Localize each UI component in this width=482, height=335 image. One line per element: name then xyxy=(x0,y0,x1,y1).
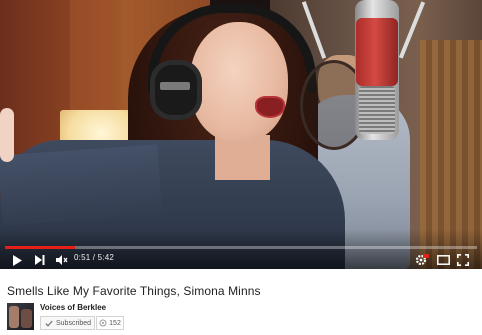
settings-icon xyxy=(415,254,429,266)
fullscreen-icon xyxy=(457,254,469,266)
play-icon xyxy=(13,254,22,266)
volume-icon xyxy=(56,255,68,265)
channel-avatar[interactable] xyxy=(7,303,34,330)
subscribed-button[interactable]: Subscribed xyxy=(40,316,95,330)
subscriber-count: 152 xyxy=(109,319,121,327)
channel-name[interactable]: Voices of Berklee xyxy=(40,303,106,312)
settings-button[interactable] xyxy=(413,252,431,268)
video-player[interactable]: 0:51 / 5:42 xyxy=(0,0,482,269)
next-button[interactable] xyxy=(33,252,47,268)
time-display: 0:51 / 5:42 xyxy=(74,253,115,262)
progress-fill xyxy=(5,246,76,249)
next-icon xyxy=(35,255,45,265)
subscribe-label: Subscribed xyxy=(56,319,92,327)
play-button[interactable] xyxy=(10,252,24,268)
progress-bar[interactable] xyxy=(5,246,477,249)
video-title: Smells Like My Favorite Things, Simona M… xyxy=(7,284,261,298)
checkmark-icon xyxy=(45,320,53,327)
notification-settings-icon[interactable] xyxy=(99,319,107,327)
fullscreen-button[interactable] xyxy=(455,252,471,268)
volume-button[interactable] xyxy=(54,252,70,268)
subscriber-count-box: 152 xyxy=(96,316,124,330)
theater-mode-button[interactable] xyxy=(435,252,451,268)
theater-icon xyxy=(436,255,450,265)
